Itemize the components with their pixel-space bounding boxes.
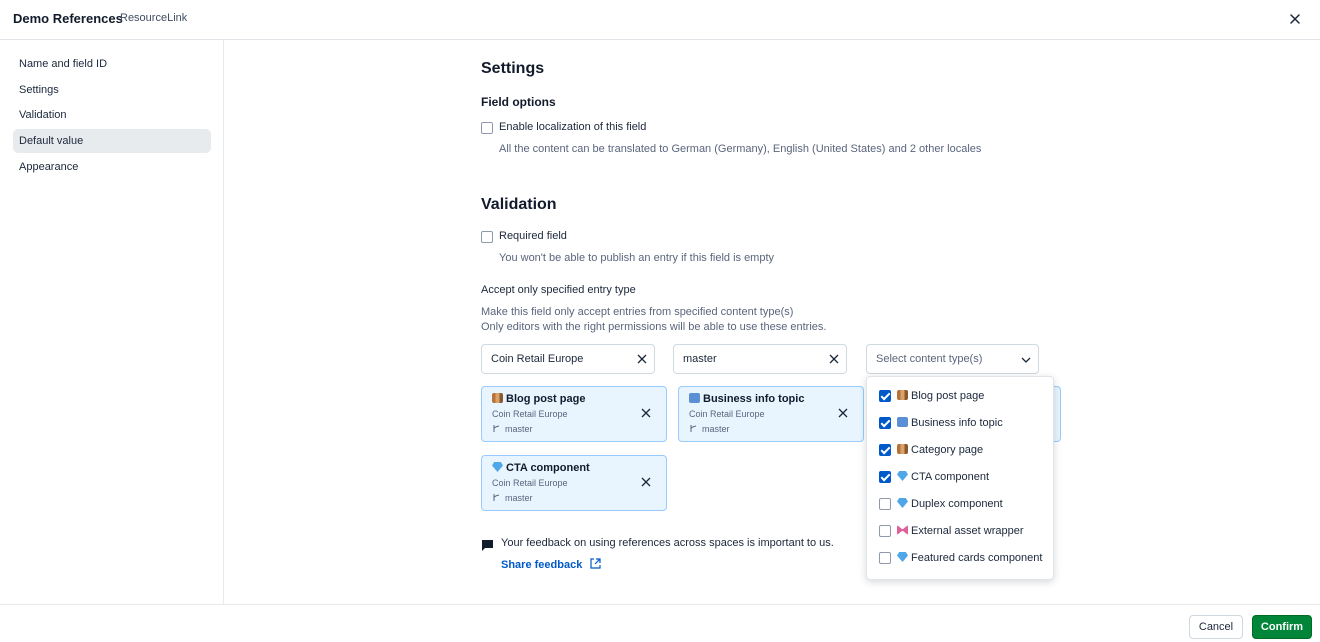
field-options-heading: Field options xyxy=(481,95,556,109)
branch-icon xyxy=(493,494,500,501)
checkbox[interactable] xyxy=(879,390,891,402)
branch-icon xyxy=(493,425,500,432)
checkbox[interactable] xyxy=(879,471,891,483)
books-emoji-icon xyxy=(492,393,503,403)
hash-emoji-icon xyxy=(897,417,908,427)
content-type-dropdown: Blog post page Business info topic Categ… xyxy=(866,376,1054,580)
ribbon-emoji-icon xyxy=(897,525,908,535)
dropdown-item-business-info-topic[interactable]: Business info topic xyxy=(867,410,1053,437)
card-space: Coin Retail Europe xyxy=(492,409,568,419)
environment-select[interactable]: master xyxy=(673,344,847,374)
accept-entry-type-heading: Accept only specified entry type xyxy=(481,284,636,296)
modal-header: Demo References ResourceLink xyxy=(0,0,1320,40)
feedback-text: Your feedback on using references across… xyxy=(501,537,834,549)
sidebar-item-name-and-field-id[interactable]: Name and field ID xyxy=(13,52,211,76)
content-type-card: CTA component Coin Retail Europe master xyxy=(481,455,667,511)
required-field-help: You won't be able to publish an entry if… xyxy=(499,252,775,264)
sidebar: Name and field ID Settings Validation De… xyxy=(0,40,224,604)
content-type-card: Blog post page Coin Retail Europe master xyxy=(481,386,667,442)
card-env: master xyxy=(702,424,730,434)
sidebar-item-validation[interactable]: Validation xyxy=(13,103,211,127)
required-field-label: Required field xyxy=(499,230,567,242)
accept-help-line-2: Only editors with the right permissions … xyxy=(481,321,827,333)
card-title: Blog post page xyxy=(506,393,586,405)
settings-heading: Settings xyxy=(481,60,545,77)
dropdown-item-blog-post-page[interactable]: Blog post page xyxy=(867,383,1053,410)
card-env: master xyxy=(505,424,533,434)
confirm-button[interactable]: Confirm xyxy=(1252,615,1312,639)
remove-card-icon[interactable] xyxy=(837,407,849,419)
dropdown-item-cta-component[interactable]: CTA component xyxy=(867,464,1053,491)
gem-emoji-icon xyxy=(492,462,503,472)
modal-footer: Cancel Confirm xyxy=(0,604,1320,642)
card-title: Business info topic xyxy=(703,393,805,405)
content-type-placeholder: Select content type(s) xyxy=(876,353,983,365)
checkbox[interactable] xyxy=(879,417,891,429)
branch-icon xyxy=(690,425,697,432)
localization-checkbox[interactable] xyxy=(481,122,493,134)
accept-help-line-1: Make this field only accept entries from… xyxy=(481,306,794,318)
checkbox[interactable] xyxy=(879,444,891,456)
checkbox[interactable] xyxy=(879,552,891,564)
dropdown-item-label: External asset wrapper xyxy=(911,525,1024,537)
field-type-label: ResourceLink xyxy=(120,12,188,24)
modal-title: Demo References xyxy=(13,11,123,26)
cancel-button[interactable]: Cancel xyxy=(1189,615,1243,639)
dropdown-item-label: Duplex component xyxy=(911,498,1003,510)
dropdown-item-featured-cards-component[interactable]: Featured cards component xyxy=(867,545,1053,572)
sidebar-item-default-value[interactable]: Default value xyxy=(13,129,211,153)
books-emoji-icon xyxy=(897,390,908,400)
content-type-select[interactable]: Select content type(s) xyxy=(866,344,1039,374)
dropdown-item-label: CTA component xyxy=(911,471,990,483)
chevron-down-icon xyxy=(1021,357,1031,363)
environment-value: master xyxy=(683,353,717,365)
external-link-icon xyxy=(590,558,601,569)
dropdown-item-category-page[interactable]: Category page xyxy=(867,437,1053,464)
close-icon[interactable] xyxy=(1286,10,1304,28)
dropdown-item-external-asset-wrapper[interactable]: External asset wrapper xyxy=(867,518,1053,545)
localization-help: All the content can be translated to Ger… xyxy=(499,143,982,155)
gem-emoji-icon xyxy=(897,498,908,508)
space-value: Coin Retail Europe xyxy=(491,353,584,365)
remove-card-icon[interactable] xyxy=(640,476,652,488)
card-space: Coin Retail Europe xyxy=(689,409,765,419)
clear-environment-icon[interactable] xyxy=(828,353,840,365)
dropdown-item-duplex-component[interactable]: Duplex component xyxy=(867,491,1053,518)
checkbox[interactable] xyxy=(879,525,891,537)
content-type-card: Business info topic Coin Retail Europe m… xyxy=(678,386,864,442)
checkbox[interactable] xyxy=(879,498,891,510)
dropdown-item-label: Blog post page xyxy=(911,390,985,402)
sidebar-item-settings[interactable]: Settings xyxy=(13,78,211,102)
comment-icon xyxy=(482,540,493,551)
required-field-checkbox[interactable] xyxy=(481,231,493,243)
card-space: Coin Retail Europe xyxy=(492,478,568,488)
card-env: master xyxy=(505,493,533,503)
dropdown-item-label: Featured cards component xyxy=(911,552,1043,564)
dropdown-item-label: Business info topic xyxy=(911,417,1003,429)
gem-emoji-icon xyxy=(897,471,908,481)
share-feedback-link[interactable]: Share feedback xyxy=(501,555,601,573)
clear-space-icon[interactable] xyxy=(636,353,648,365)
gem-emoji-icon xyxy=(897,552,908,562)
sidebar-item-appearance[interactable]: Appearance xyxy=(13,155,211,179)
space-select[interactable]: Coin Retail Europe xyxy=(481,344,655,374)
books-emoji-icon xyxy=(897,444,908,454)
dropdown-item-label: Category page xyxy=(911,444,984,456)
hash-emoji-icon xyxy=(689,393,700,403)
share-feedback-label: Share feedback xyxy=(501,559,583,571)
localization-label: Enable localization of this field xyxy=(499,121,647,133)
remove-card-icon[interactable] xyxy=(640,407,652,419)
card-title: CTA component xyxy=(506,462,590,474)
validation-heading: Validation xyxy=(481,196,557,213)
